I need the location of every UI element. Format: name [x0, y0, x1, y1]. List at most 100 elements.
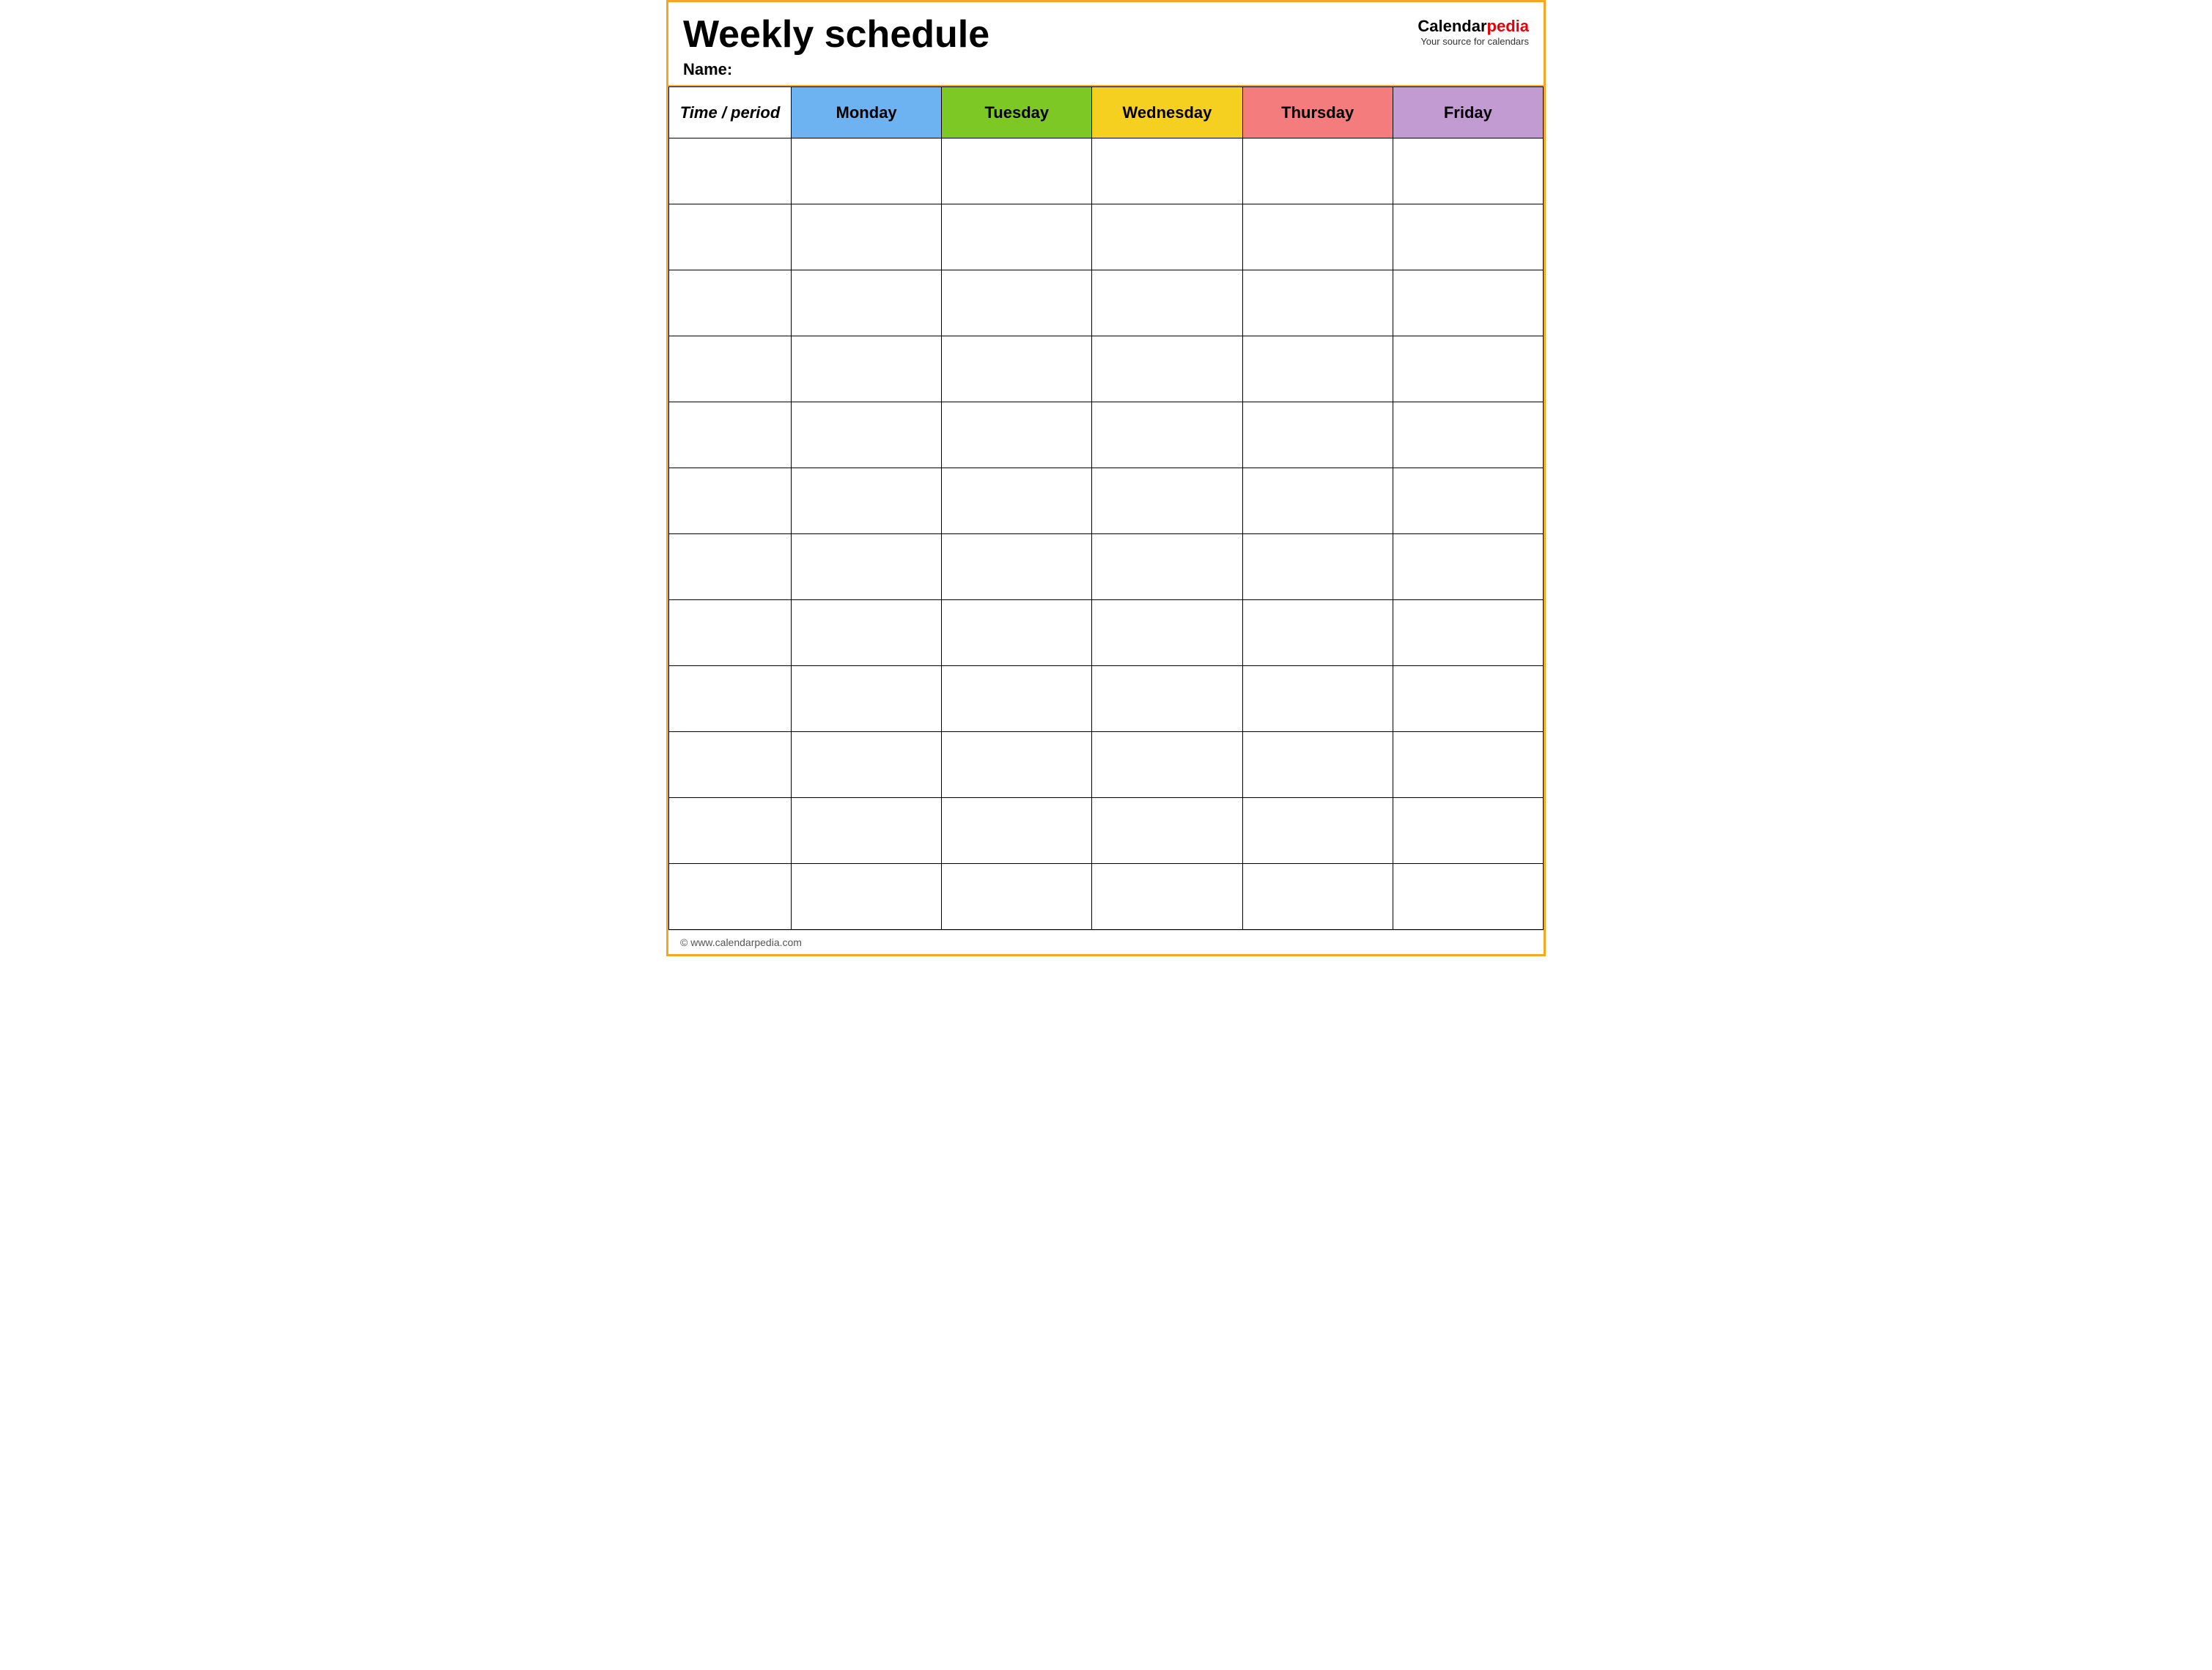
- schedule-body: [669, 138, 1544, 930]
- table-cell-4-2[interactable]: [942, 402, 1092, 468]
- col-header-tuesday: Tuesday: [942, 87, 1092, 138]
- table-cell-10-3[interactable]: [1092, 798, 1242, 864]
- table-row: [669, 402, 1544, 468]
- table-cell-8-5[interactable]: [1393, 666, 1543, 732]
- table-cell-1-5[interactable]: [1393, 204, 1543, 270]
- table-cell-11-5[interactable]: [1393, 864, 1543, 930]
- table-cell-3-1[interactable]: [792, 336, 942, 402]
- logo-calendar: Calendar: [1417, 17, 1486, 35]
- table-cell-4-4[interactable]: [1242, 402, 1393, 468]
- table-cell-11-0[interactable]: [669, 864, 792, 930]
- table-cell-6-5[interactable]: [1393, 534, 1543, 600]
- table-row: [669, 864, 1544, 930]
- table-cell-6-2[interactable]: [942, 534, 1092, 600]
- table-cell-10-5[interactable]: [1393, 798, 1543, 864]
- page-header: Weekly schedule Name: Calendarpedia Your…: [668, 2, 1544, 86]
- table-cell-5-0[interactable]: [669, 468, 792, 534]
- page-container: Weekly schedule Name: Calendarpedia Your…: [666, 0, 1546, 956]
- table-row: [669, 798, 1544, 864]
- table-cell-9-4[interactable]: [1242, 732, 1393, 798]
- col-header-thursday: Thursday: [1242, 87, 1393, 138]
- table-row: [669, 534, 1544, 600]
- table-cell-3-3[interactable]: [1092, 336, 1242, 402]
- table-cell-8-0[interactable]: [669, 666, 792, 732]
- table-cell-4-3[interactable]: [1092, 402, 1242, 468]
- col-header-monday: Monday: [792, 87, 942, 138]
- table-cell-8-4[interactable]: [1242, 666, 1393, 732]
- table-cell-6-0[interactable]: [669, 534, 792, 600]
- table-cell-1-1[interactable]: [792, 204, 942, 270]
- table-cell-1-3[interactable]: [1092, 204, 1242, 270]
- table-cell-10-0[interactable]: [669, 798, 792, 864]
- table-cell-10-2[interactable]: [942, 798, 1092, 864]
- table-cell-3-0[interactable]: [669, 336, 792, 402]
- table-cell-2-1[interactable]: [792, 270, 942, 336]
- logo-tagline: Your source for calendars: [1420, 36, 1529, 47]
- table-row: [669, 204, 1544, 270]
- logo-text: Calendarpedia: [1417, 17, 1529, 36]
- col-header-friday: Friday: [1393, 87, 1543, 138]
- table-cell-7-2[interactable]: [942, 600, 1092, 666]
- table-row: [669, 732, 1544, 798]
- table-cell-0-1[interactable]: [792, 138, 942, 204]
- table-cell-3-2[interactable]: [942, 336, 1092, 402]
- table-cell-11-1[interactable]: [792, 864, 942, 930]
- table-cell-6-1[interactable]: [792, 534, 942, 600]
- logo-area: Calendarpedia Your source for calendars: [1417, 14, 1529, 47]
- table-cell-2-0[interactable]: [669, 270, 792, 336]
- table-cell-2-3[interactable]: [1092, 270, 1242, 336]
- table-cell-5-1[interactable]: [792, 468, 942, 534]
- footer-url: © www.calendarpedia.com: [680, 936, 802, 948]
- page-footer: © www.calendarpedia.com: [668, 930, 1544, 954]
- table-cell-9-5[interactable]: [1393, 732, 1543, 798]
- table-cell-5-3[interactable]: [1092, 468, 1242, 534]
- table-cell-6-3[interactable]: [1092, 534, 1242, 600]
- page-title: Weekly schedule: [683, 14, 989, 56]
- table-row: [669, 336, 1544, 402]
- table-cell-6-4[interactable]: [1242, 534, 1393, 600]
- table-cell-0-3[interactable]: [1092, 138, 1242, 204]
- table-cell-7-4[interactable]: [1242, 600, 1393, 666]
- table-cell-0-5[interactable]: [1393, 138, 1543, 204]
- table-cell-10-4[interactable]: [1242, 798, 1393, 864]
- table-cell-3-4[interactable]: [1242, 336, 1393, 402]
- table-cell-1-4[interactable]: [1242, 204, 1393, 270]
- table-cell-4-1[interactable]: [792, 402, 942, 468]
- table-cell-9-0[interactable]: [669, 732, 792, 798]
- table-cell-7-3[interactable]: [1092, 600, 1242, 666]
- table-cell-5-4[interactable]: [1242, 468, 1393, 534]
- table-cell-2-2[interactable]: [942, 270, 1092, 336]
- table-cell-10-1[interactable]: [792, 798, 942, 864]
- table-cell-9-1[interactable]: [792, 732, 942, 798]
- table-cell-5-2[interactable]: [942, 468, 1092, 534]
- logo-pedia: pedia: [1487, 17, 1529, 35]
- table-cell-8-3[interactable]: [1092, 666, 1242, 732]
- table-cell-0-0[interactable]: [669, 138, 792, 204]
- table-cell-11-3[interactable]: [1092, 864, 1242, 930]
- table-cell-8-1[interactable]: [792, 666, 942, 732]
- table-cell-11-4[interactable]: [1242, 864, 1393, 930]
- table-cell-0-4[interactable]: [1242, 138, 1393, 204]
- table-cell-2-4[interactable]: [1242, 270, 1393, 336]
- table-cell-4-0[interactable]: [669, 402, 792, 468]
- table-cell-3-5[interactable]: [1393, 336, 1543, 402]
- table-row: [669, 666, 1544, 732]
- table-cell-9-3[interactable]: [1092, 732, 1242, 798]
- table-cell-1-2[interactable]: [942, 204, 1092, 270]
- table-cell-0-2[interactable]: [942, 138, 1092, 204]
- col-header-time: Time / period: [669, 87, 792, 138]
- table-cell-1-0[interactable]: [669, 204, 792, 270]
- table-cell-7-5[interactable]: [1393, 600, 1543, 666]
- name-label: Name:: [683, 60, 989, 79]
- table-cell-2-5[interactable]: [1393, 270, 1543, 336]
- table-cell-5-5[interactable]: [1393, 468, 1543, 534]
- table-cell-11-2[interactable]: [942, 864, 1092, 930]
- table-cell-9-2[interactable]: [942, 732, 1092, 798]
- table-cell-7-1[interactable]: [792, 600, 942, 666]
- table-cell-4-5[interactable]: [1393, 402, 1543, 468]
- table-cell-8-2[interactable]: [942, 666, 1092, 732]
- table-row: [669, 270, 1544, 336]
- table-row: [669, 468, 1544, 534]
- table-cell-7-0[interactable]: [669, 600, 792, 666]
- header-left: Weekly schedule Name:: [683, 14, 989, 79]
